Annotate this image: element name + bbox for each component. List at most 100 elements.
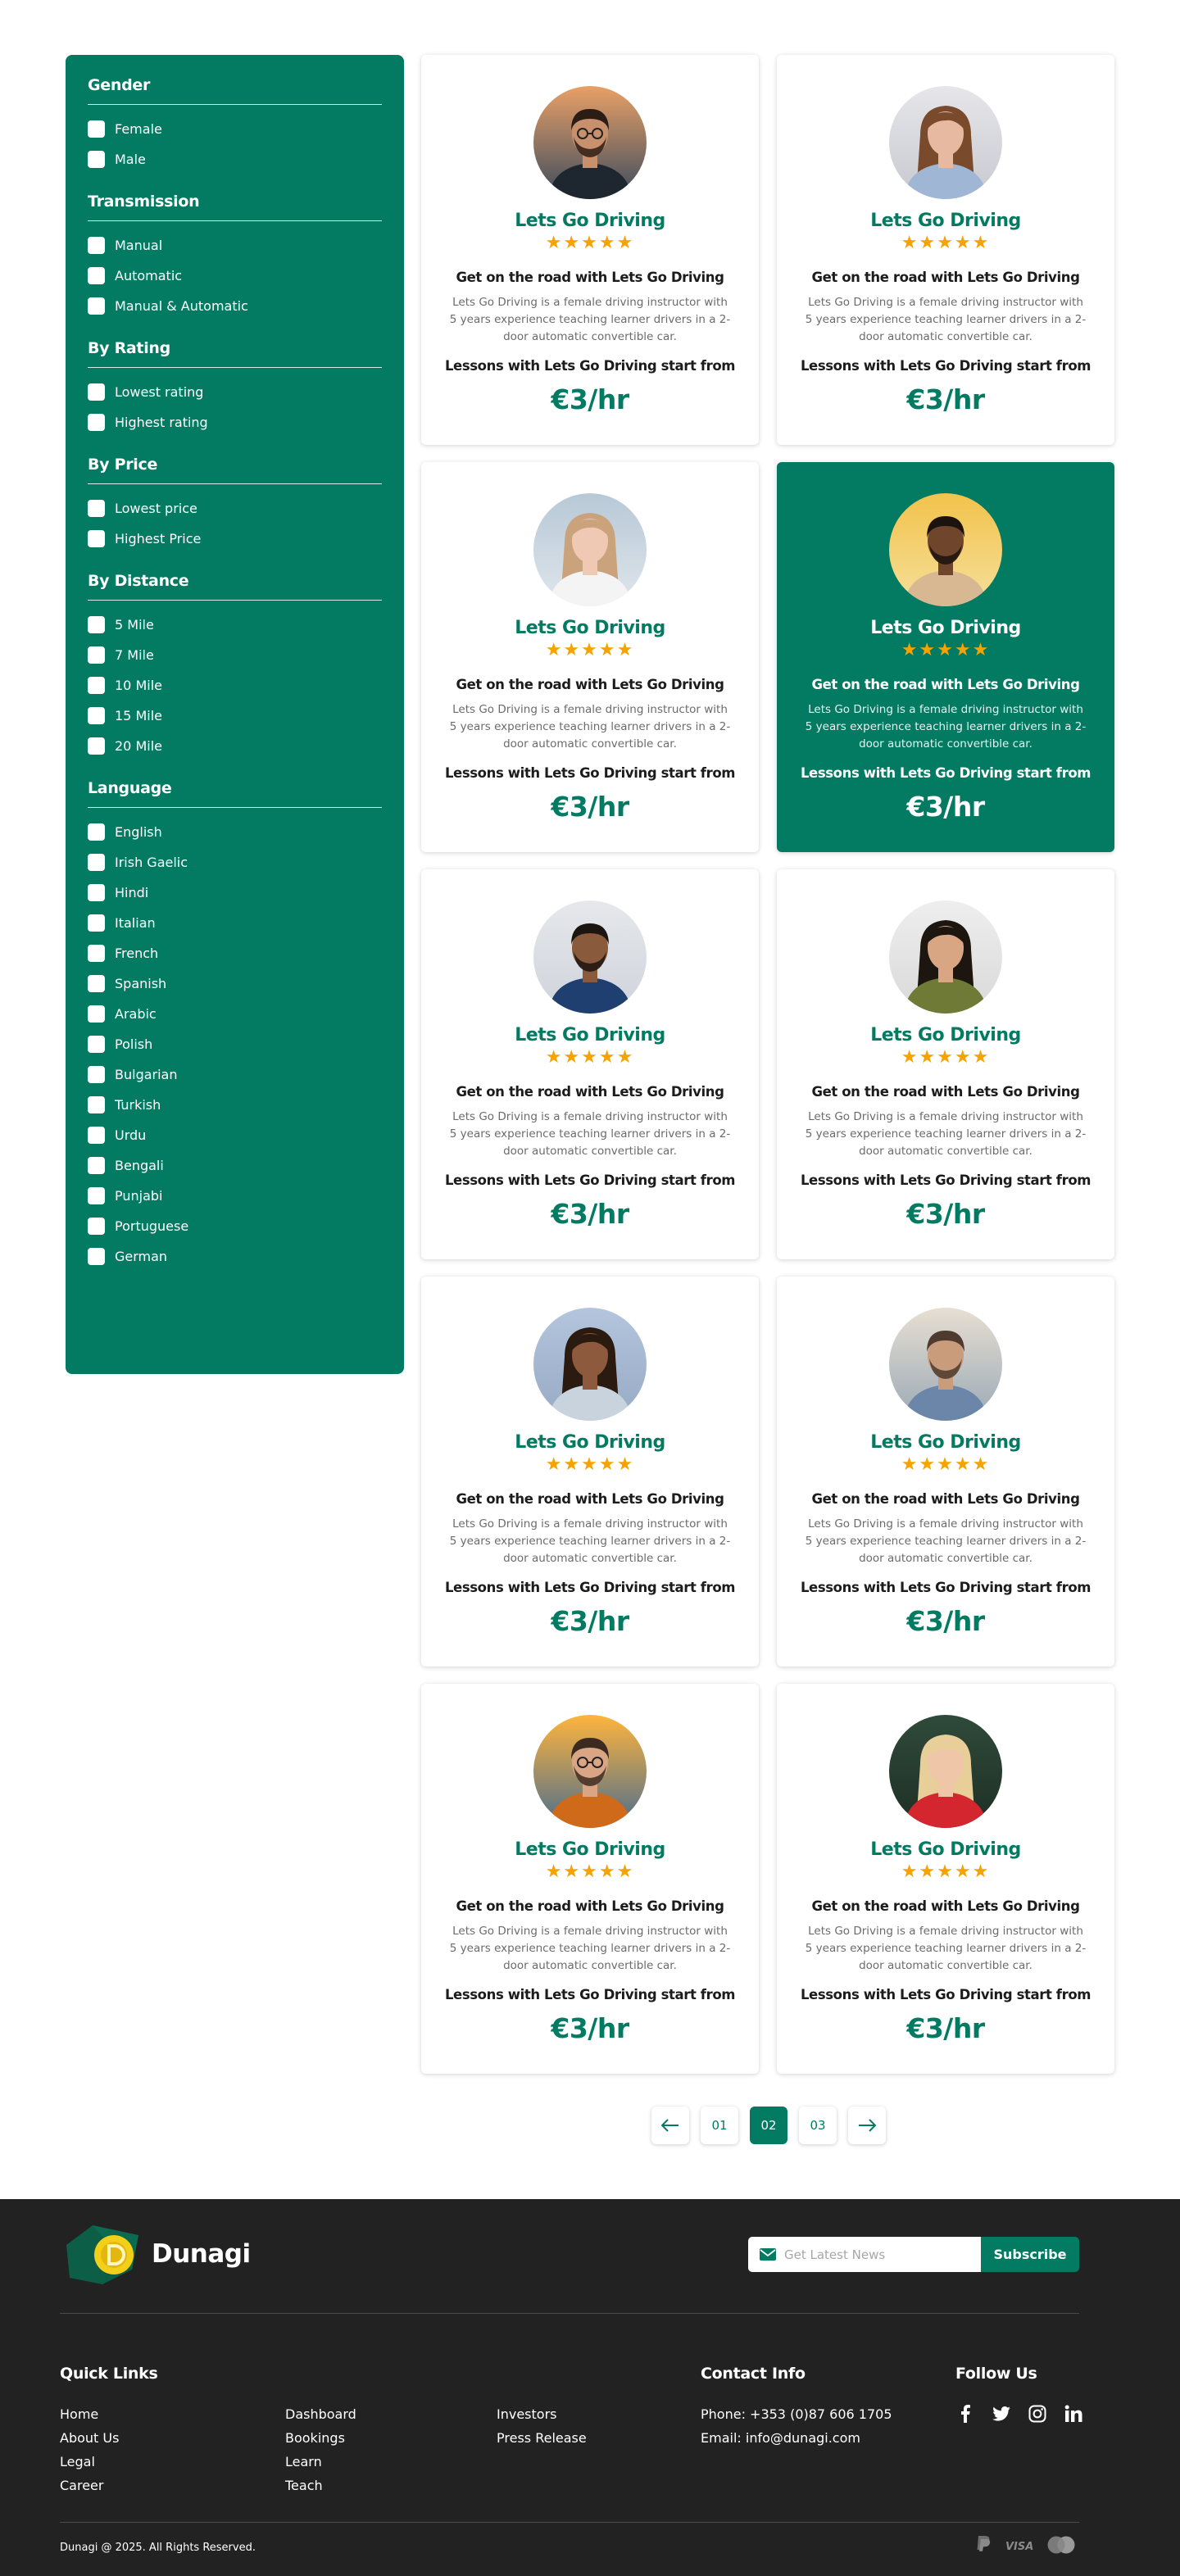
filter-option[interactable]: Highest rating: [88, 407, 382, 438]
page-button-02[interactable]: 02: [750, 2107, 787, 2144]
checkbox[interactable]: [88, 1248, 105, 1265]
instructor-card[interactable]: Lets Go Driving ★★★★★ Get on the road with…: [777, 1277, 1114, 1667]
instructor-card[interactable]: Lets Go Driving ★★★★★ Get on the road with…: [777, 869, 1114, 1259]
footer-link-home[interactable]: Home: [60, 2402, 119, 2426]
page-button-01[interactable]: 01: [701, 2107, 738, 2144]
instructor-name[interactable]: Lets Go Driving: [777, 1432, 1114, 1453]
instructor-name[interactable]: Lets Go Driving: [421, 618, 759, 638]
filter-option[interactable]: French: [88, 938, 382, 968]
filter-option[interactable]: 15 Mile: [88, 701, 382, 731]
instructor-card[interactable]: Lets Go Driving ★★★★★ Get on the road with…: [421, 55, 759, 445]
filter-option[interactable]: Female: [88, 114, 382, 144]
brand[interactable]: Dunagi: [60, 2220, 251, 2288]
filter-option[interactable]: Male: [88, 144, 382, 175]
checkbox[interactable]: [88, 616, 105, 633]
instructor-name[interactable]: Lets Go Driving: [777, 1025, 1114, 1045]
checkbox[interactable]: [88, 1157, 105, 1174]
footer-link-legal[interactable]: Legal: [60, 2450, 119, 2474]
filter-option[interactable]: Bulgarian: [88, 1059, 382, 1090]
contact-email[interactable]: Email: info@dunagi.com: [701, 2426, 892, 2450]
checkbox[interactable]: [88, 383, 105, 401]
filter-option[interactable]: Manual: [88, 230, 382, 261]
checkbox[interactable]: [88, 677, 105, 694]
instagram-icon[interactable]: [1028, 2404, 1047, 2424]
filter-option[interactable]: Spanish: [88, 968, 382, 999]
filter-option[interactable]: English: [88, 817, 382, 847]
filter-option[interactable]: Lowest rating: [88, 377, 382, 407]
page-button-03[interactable]: 03: [799, 2107, 837, 2144]
instructor-name[interactable]: Lets Go Driving: [421, 1025, 759, 1045]
filter-option[interactable]: Automatic: [88, 261, 382, 291]
instructor-name[interactable]: Lets Go Driving: [421, 1432, 759, 1453]
filter-option[interactable]: Turkish: [88, 1090, 382, 1120]
instructor-card[interactable]: Lets Go Driving ★★★★★ Get on the road with…: [421, 462, 759, 852]
footer-link-teach[interactable]: Teach: [285, 2474, 356, 2497]
filter-option[interactable]: Manual & Automatic: [88, 291, 382, 321]
instructor-name[interactable]: Lets Go Driving: [421, 211, 759, 231]
filter-option[interactable]: Hindi: [88, 878, 382, 908]
filter-option[interactable]: Urdu: [88, 1120, 382, 1150]
twitter-icon[interactable]: [992, 2404, 1011, 2424]
instructor-card[interactable]: Lets Go Driving ★★★★★ Get on the road with…: [777, 55, 1114, 445]
prev-page-button[interactable]: [651, 2107, 689, 2144]
filter-option[interactable]: German: [88, 1241, 382, 1272]
newsletter-input[interactable]: [784, 2247, 973, 2262]
checkbox[interactable]: [88, 1096, 105, 1113]
instructor-name[interactable]: Lets Go Driving: [777, 618, 1114, 638]
filter-option[interactable]: 20 Mile: [88, 731, 382, 761]
checkbox[interactable]: [88, 1187, 105, 1204]
filter-option[interactable]: Irish Gaelic: [88, 847, 382, 878]
checkbox[interactable]: [88, 914, 105, 932]
checkbox[interactable]: [88, 1005, 105, 1023]
filter-option[interactable]: Bengali: [88, 1150, 382, 1181]
footer-link-dashboard[interactable]: Dashboard: [285, 2402, 356, 2426]
subscribe-button[interactable]: Subscribe: [981, 2237, 1079, 2272]
instructor-name[interactable]: Lets Go Driving: [421, 1839, 759, 1860]
filter-option[interactable]: Polish: [88, 1029, 382, 1059]
footer-link-learn[interactable]: Learn: [285, 2450, 356, 2474]
instructor-card[interactable]: Lets Go Driving ★★★★★ Get on the road with…: [421, 1277, 759, 1667]
checkbox[interactable]: [88, 267, 105, 284]
instructor-name[interactable]: Lets Go Driving: [777, 1839, 1114, 1860]
checkbox[interactable]: [88, 1036, 105, 1053]
checkbox[interactable]: [88, 646, 105, 664]
filter-option[interactable]: 7 Mile: [88, 640, 382, 670]
checkbox[interactable]: [88, 975, 105, 992]
instructor-card[interactable]: Lets Go Driving ★★★★★ Get on the road with…: [777, 462, 1114, 852]
checkbox[interactable]: [88, 737, 105, 755]
checkbox[interactable]: [88, 500, 105, 517]
checkbox[interactable]: [88, 884, 105, 901]
filter-option[interactable]: Arabic: [88, 999, 382, 1029]
filter-option[interactable]: Lowest price: [88, 493, 382, 524]
filter-option[interactable]: Punjabi: [88, 1181, 382, 1211]
linkedin-icon[interactable]: [1064, 2404, 1083, 2424]
contact-phone[interactable]: Phone: +353 (0)87 606 1705: [701, 2402, 892, 2426]
footer-link-investors[interactable]: Investors: [497, 2402, 587, 2426]
next-page-button[interactable]: [848, 2107, 886, 2144]
filter-option[interactable]: Portuguese: [88, 1211, 382, 1241]
filter-option[interactable]: Italian: [88, 908, 382, 938]
instructor-card[interactable]: Lets Go Driving ★★★★★ Get on the road with…: [777, 1684, 1114, 2074]
filter-option[interactable]: 10 Mile: [88, 670, 382, 701]
checkbox[interactable]: [88, 1127, 105, 1144]
checkbox[interactable]: [88, 120, 105, 138]
filter-option[interactable]: 5 Mile: [88, 610, 382, 640]
checkbox[interactable]: [88, 854, 105, 871]
footer-link-about-us[interactable]: About Us: [60, 2426, 119, 2450]
checkbox[interactable]: [88, 237, 105, 254]
instructor-card[interactable]: Lets Go Driving ★★★★★ Get on the road with…: [421, 869, 759, 1259]
filter-option[interactable]: Highest Price: [88, 524, 382, 554]
instructor-card[interactable]: Lets Go Driving ★★★★★ Get on the road with…: [421, 1684, 759, 2074]
footer-link-career[interactable]: Career: [60, 2474, 119, 2497]
checkbox[interactable]: [88, 823, 105, 841]
checkbox[interactable]: [88, 530, 105, 547]
checkbox[interactable]: [88, 945, 105, 962]
checkbox[interactable]: [88, 414, 105, 431]
checkbox[interactable]: [88, 151, 105, 168]
instructor-name[interactable]: Lets Go Driving: [777, 211, 1114, 231]
checkbox[interactable]: [88, 707, 105, 724]
checkbox[interactable]: [88, 297, 105, 315]
checkbox[interactable]: [88, 1066, 105, 1083]
checkbox[interactable]: [88, 1218, 105, 1235]
footer-link-press-release[interactable]: Press Release: [497, 2426, 587, 2450]
